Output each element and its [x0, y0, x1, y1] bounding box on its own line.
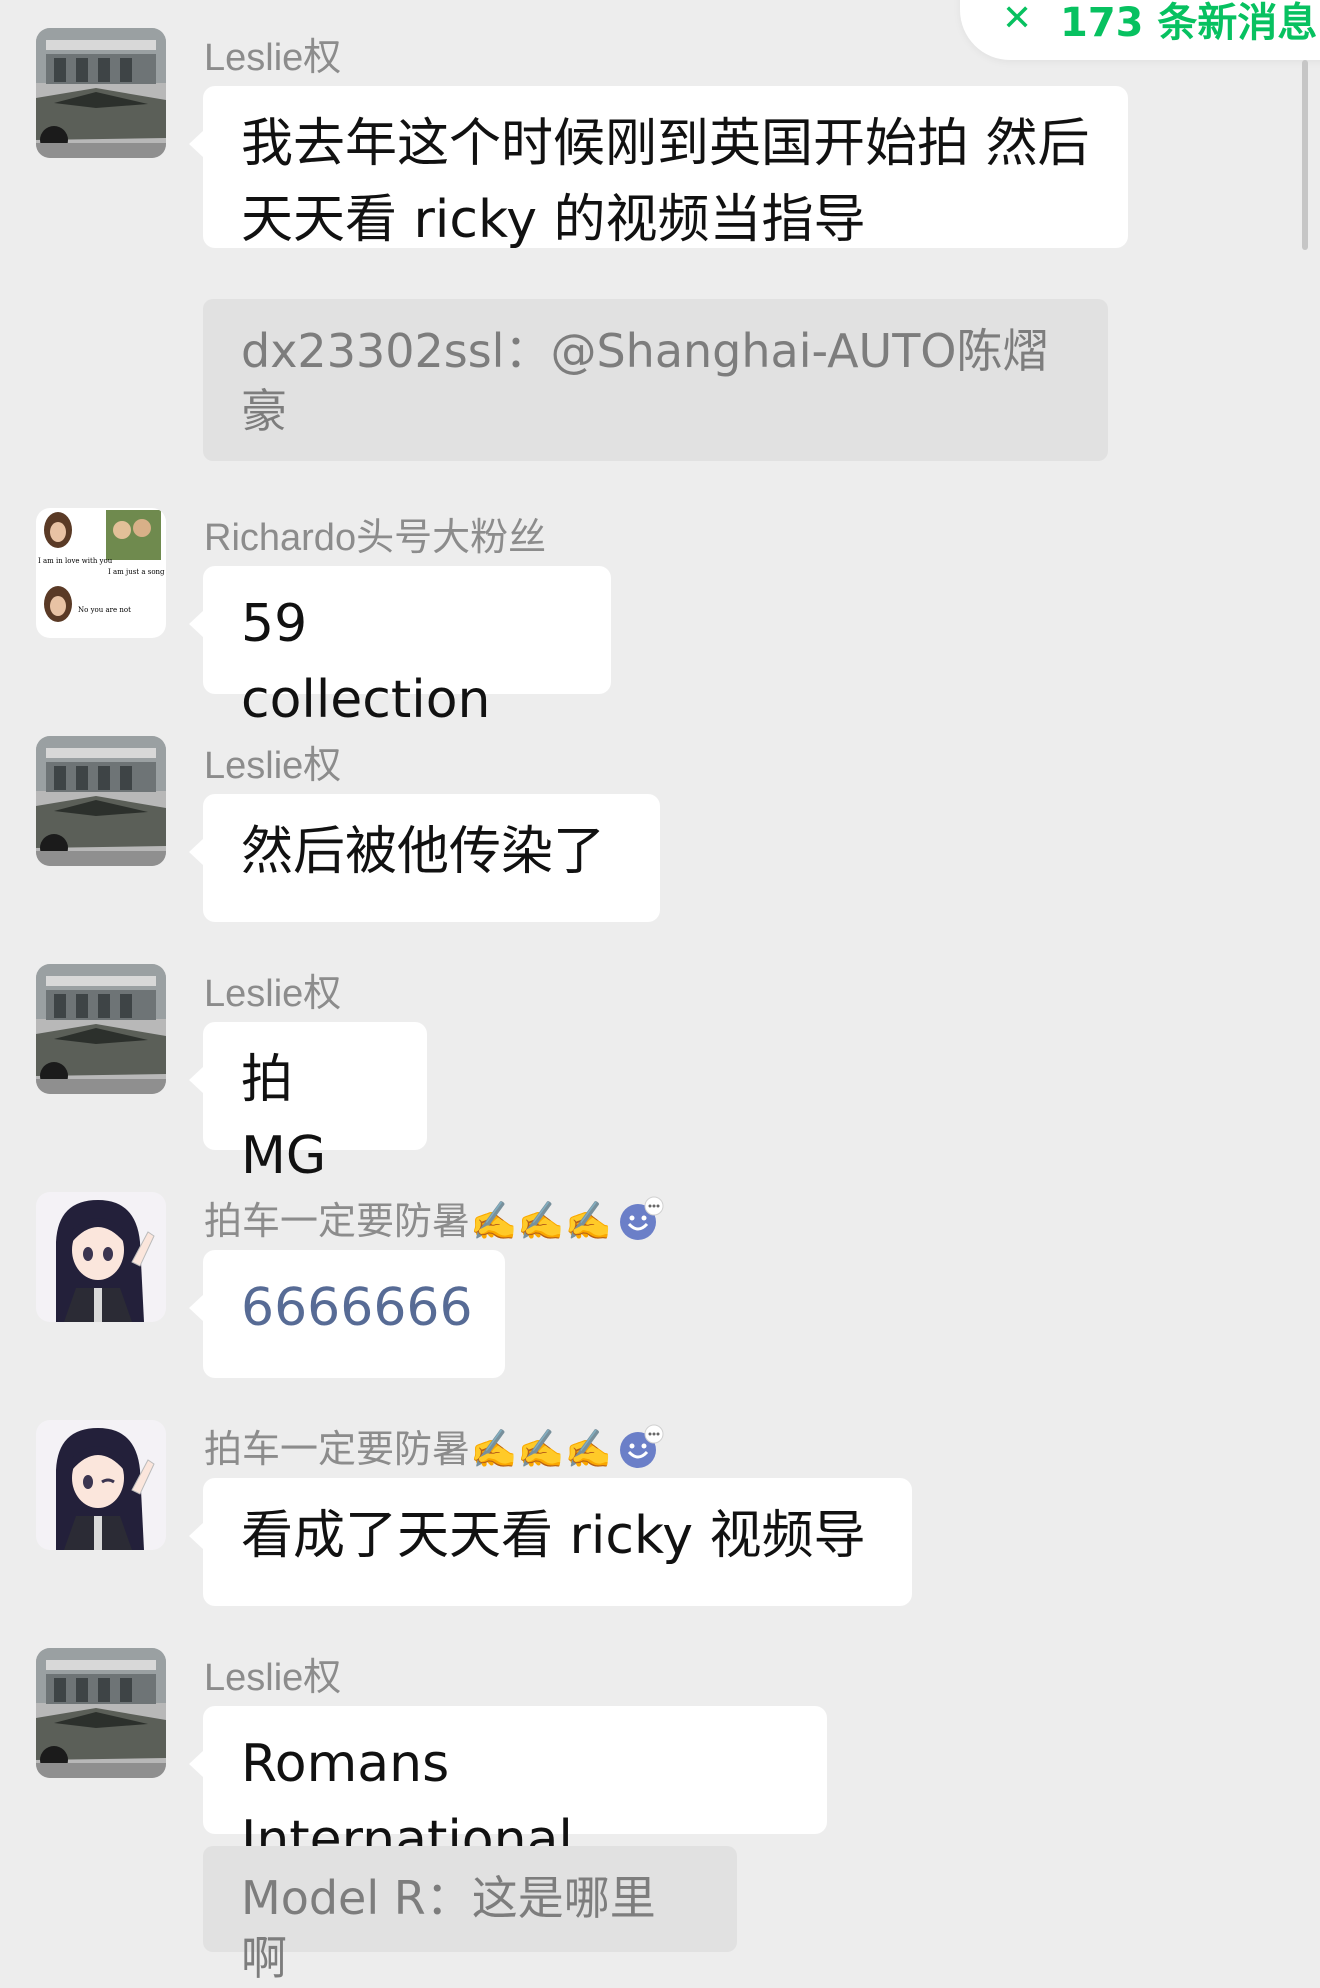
sender-name[interactable]: Leslie权	[204, 962, 341, 1017]
message-bubble[interactable]: 59 collection	[189, 566, 611, 730]
message-bubble[interactable]: 6666666	[189, 1250, 505, 1378]
car-avatar-icon	[36, 736, 166, 866]
car-avatar-icon	[36, 1648, 166, 1778]
sender-name[interactable]: Leslie权	[204, 1646, 341, 1701]
anime-avatar-icon	[36, 1420, 166, 1550]
quoted-message[interactable]: dx23302ssl：@Shanghai-AUTO陈熠豪	[203, 299, 1108, 461]
sender-name[interactable]: 拍车一定要防暑✍️✍️✍️	[204, 1190, 670, 1252]
avatar[interactable]	[36, 1420, 166, 1550]
new-messages-label: 173 条新消息	[1060, 0, 1318, 46]
message-bubble[interactable]: Romans International	[189, 1706, 827, 1870]
smiley-more-icon[interactable]	[618, 1196, 670, 1252]
message-bubble[interactable]: 然后被他传染了	[189, 794, 660, 922]
avatar[interactable]	[36, 28, 166, 158]
sender-name[interactable]: Leslie权	[204, 734, 341, 789]
avatar[interactable]	[36, 736, 166, 866]
avatar[interactable]: I am in love with you I am just a song N…	[36, 508, 166, 638]
sticker-caption: I am in love with you	[38, 557, 113, 565]
sticker-caption: No you are not	[78, 606, 131, 614]
message-bubble[interactable]: 我去年这个时候刚到英国开始拍 然后天天看 ricky 的视频当指导	[189, 86, 1128, 250]
new-messages-button[interactable]: ✕ 173 条新消息	[960, 0, 1320, 60]
sticker-avatar-icon: I am in love with you I am just a song N…	[36, 508, 166, 638]
sticker-caption: I am just a song	[108, 568, 165, 576]
avatar[interactable]	[36, 1192, 166, 1322]
sender-name[interactable]: Richardo头号大粉丝	[204, 506, 546, 561]
smiley-more-icon[interactable]	[618, 1424, 670, 1480]
sender-name[interactable]: 拍车一定要防暑✍️✍️✍️	[204, 1418, 670, 1480]
avatar[interactable]	[36, 1648, 166, 1778]
car-avatar-icon	[36, 28, 166, 158]
sender-name[interactable]: Leslie权	[204, 26, 341, 81]
car-avatar-icon	[36, 964, 166, 1094]
quoted-message[interactable]: Model R：这是哪里啊	[203, 1846, 737, 1985]
message-bubble[interactable]: 拍 MG	[189, 1022, 427, 1186]
message-bubble[interactable]: 看成了天天看 ricky 视频导	[189, 1478, 912, 1606]
close-icon[interactable]: ✕	[1002, 0, 1032, 39]
scrollbar[interactable]	[1302, 60, 1308, 250]
anime-avatar-icon	[36, 1192, 166, 1322]
avatar[interactable]	[36, 964, 166, 1094]
